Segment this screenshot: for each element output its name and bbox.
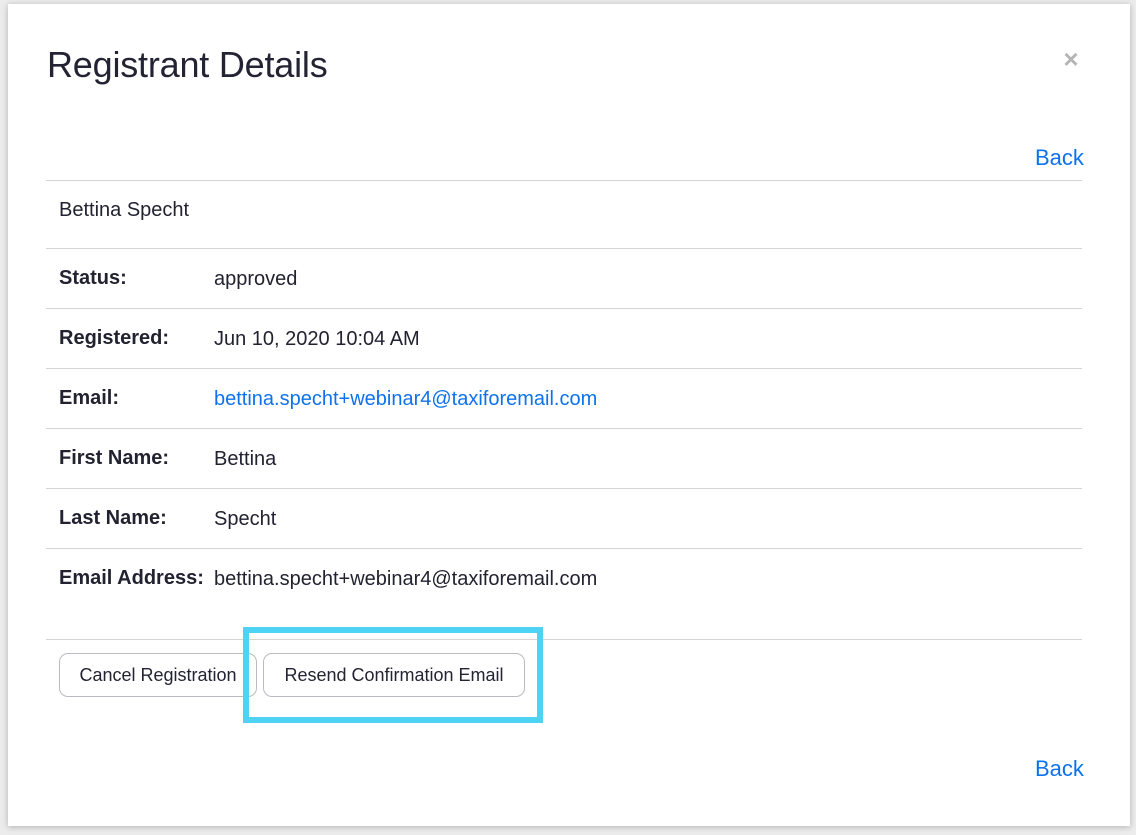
close-icon[interactable]: × — [1060, 46, 1082, 72]
detail-row-status: Status: approved — [46, 249, 1082, 309]
resend-confirmation-email-button[interactable]: Resend Confirmation Email — [263, 653, 525, 697]
first-name-value: Bettina — [214, 448, 277, 470]
detail-row-first-name: First Name: Bettina — [46, 429, 1082, 489]
last-name-label: Last Name: — [59, 507, 167, 529]
first-name-label: First Name: — [59, 447, 170, 469]
email-link[interactable]: bettina.specht+webinar4@taxiforemail.com — [214, 387, 597, 428]
detail-row-email: Email: bettina.specht+webinar4@taxiforem… — [46, 369, 1082, 429]
registered-value: Jun 10, 2020 10:04 AM — [214, 328, 420, 350]
registrant-details-list: Bettina Specht Status: approved Register… — [46, 180, 1082, 640]
registrant-details-modal: Registrant Details × Back Bettina Specht… — [8, 4, 1130, 826]
modal-title: Registrant Details — [47, 44, 328, 85]
email-label: Email: — [59, 387, 120, 409]
detail-row-last-name: Last Name: Specht — [46, 489, 1082, 549]
email-address-label: Email Address: — [59, 567, 204, 589]
last-name-value: Specht — [214, 508, 277, 530]
detail-row-registered: Registered: Jun 10, 2020 10:04 AM — [46, 309, 1082, 369]
registrant-name: Bettina Specht — [46, 181, 1082, 249]
back-link-top[interactable]: Back — [1035, 145, 1084, 171]
registered-label: Registered: — [59, 327, 170, 349]
action-buttons: Cancel Registration Resend Confirmation … — [59, 653, 525, 697]
status-label: Status: — [59, 267, 127, 289]
back-link-bottom[interactable]: Back — [1035, 756, 1084, 782]
detail-row-email-address: Email Address: bettina.specht+webinar4@t… — [46, 549, 1082, 640]
status-value: approved — [214, 268, 298, 290]
email-address-value: bettina.specht+webinar4@taxiforemail.com — [214, 568, 598, 590]
cancel-registration-button[interactable]: Cancel Registration — [59, 653, 257, 697]
